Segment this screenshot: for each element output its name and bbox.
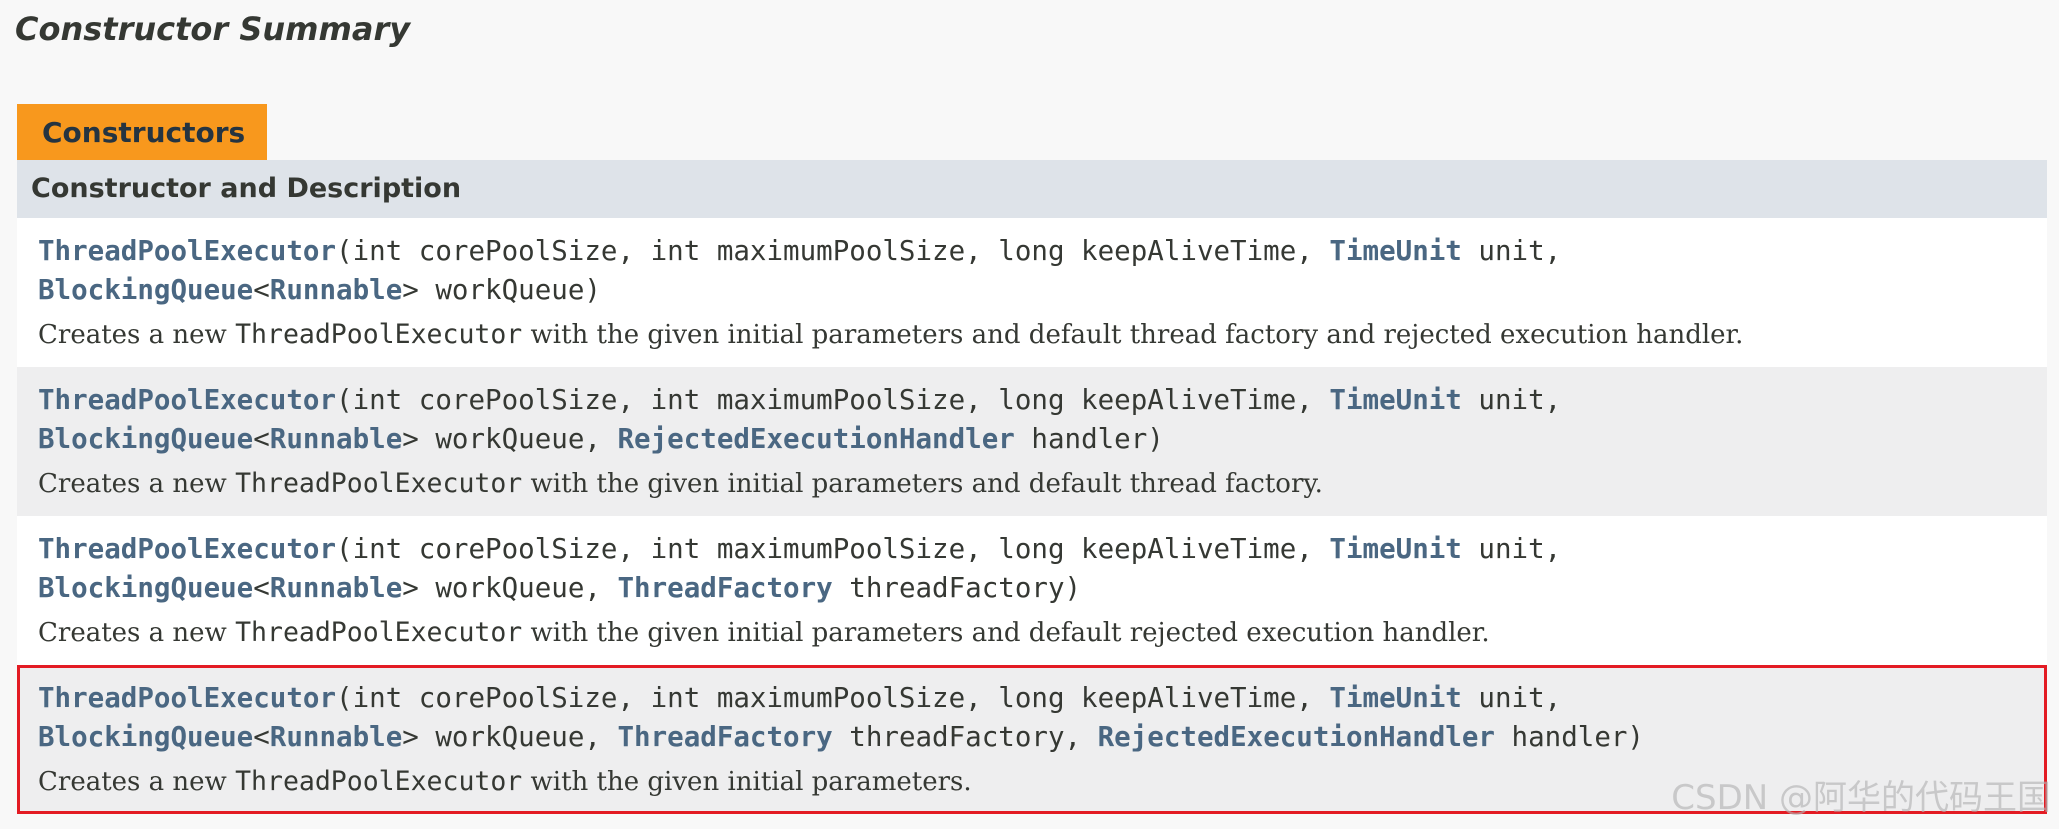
description-code: ThreadPoolExecutor — [235, 617, 523, 648]
type-link-timeunit[interactable]: TimeUnit — [1329, 384, 1461, 416]
signature-params: > workQueue, — [402, 721, 618, 753]
signature-params: unit, — [1461, 682, 1562, 714]
constructor-description: Creates a new ThreadPoolExecutor with th… — [38, 316, 2047, 354]
signature-params: unit, — [1461, 235, 1562, 267]
description-code: ThreadPoolExecutor — [235, 766, 523, 797]
description-text: Creates a new — [38, 320, 236, 350]
constructor-signature: ThreadPoolExecutor(int corePoolSize, int… — [38, 381, 2047, 459]
type-link-blockingqueue[interactable]: BlockingQueue — [38, 572, 253, 604]
signature-params: < — [253, 572, 270, 604]
signature-params: < — [253, 423, 270, 455]
constructor-signature: ThreadPoolExecutor(int corePoolSize, int… — [38, 232, 2047, 310]
signature-params: < — [253, 721, 270, 753]
signature-params: (int corePoolSize, int maximumPoolSize, … — [336, 682, 1330, 714]
signature-params: > workQueue, — [402, 572, 618, 604]
signature-params: < — [253, 274, 270, 306]
description-code: ThreadPoolExecutor — [235, 319, 523, 350]
description-text: with the given initial parameters. — [522, 767, 972, 797]
type-link-timeunit[interactable]: TimeUnit — [1329, 235, 1461, 267]
description-text: Creates a new — [38, 618, 236, 648]
signature-params: > workQueue, — [402, 423, 618, 455]
table-row: ThreadPoolExecutor(int corePoolSize, int… — [17, 367, 2047, 516]
signature-params: threadFactory) — [832, 572, 1082, 604]
constructor-signature: ThreadPoolExecutor(int corePoolSize, int… — [38, 530, 2047, 608]
signature-params: > workQueue) — [402, 274, 601, 306]
page-title: Constructor Summary — [15, 10, 411, 48]
description-code: ThreadPoolExecutor — [235, 468, 523, 499]
constructor-description: Creates a new ThreadPoolExecutor with th… — [38, 614, 2047, 652]
table-row: ThreadPoolExecutor(int corePoolSize, int… — [17, 516, 2047, 665]
signature-params: (int corePoolSize, int maximumPoolSize, … — [336, 384, 1330, 416]
table-row: ThreadPoolExecutor(int corePoolSize, int… — [17, 218, 2047, 367]
type-link-rejectedexecutionhandler[interactable]: RejectedExecutionHandler — [617, 423, 1014, 455]
constructor-description: Creates a new ThreadPoolExecutor with th… — [38, 465, 2047, 503]
type-link-blockingqueue[interactable]: BlockingQueue — [38, 423, 253, 455]
constructor-summary-table: Constructor and Description ThreadPoolEx… — [17, 160, 2047, 814]
signature-params: unit, — [1461, 533, 1562, 565]
constructor-link[interactable]: ThreadPoolExecutor — [38, 384, 336, 416]
type-link-threadfactory[interactable]: ThreadFactory — [617, 572, 832, 604]
description-text: with the given initial parameters and de… — [522, 320, 1744, 350]
signature-params: handler) — [1494, 721, 1644, 753]
description-text: with the given initial parameters and de… — [522, 469, 1323, 499]
type-link-blockingqueue[interactable]: BlockingQueue — [38, 721, 253, 753]
type-link-blockingqueue[interactable]: BlockingQueue — [38, 274, 253, 306]
type-link-timeunit[interactable]: TimeUnit — [1329, 682, 1461, 714]
constructor-link[interactable]: ThreadPoolExecutor — [38, 533, 336, 565]
constructor-link[interactable]: ThreadPoolExecutor — [38, 235, 336, 267]
constructor-link[interactable]: ThreadPoolExecutor — [38, 682, 336, 714]
type-link-rejectedexecutionhandler[interactable]: RejectedExecutionHandler — [1098, 721, 1495, 753]
type-link-threadfactory[interactable]: ThreadFactory — [617, 721, 832, 753]
signature-params: (int corePoolSize, int maximumPoolSize, … — [336, 533, 1330, 565]
watermark: CSDN @阿华的代码王国 — [1671, 778, 2051, 818]
type-link-runnable[interactable]: Runnable — [270, 274, 402, 306]
description-text: Creates a new — [38, 469, 236, 499]
signature-params: threadFactory, — [832, 721, 1098, 753]
type-link-runnable[interactable]: Runnable — [270, 572, 402, 604]
table-header: Constructor and Description — [17, 160, 2047, 218]
signature-params: (int corePoolSize, int maximumPoolSize, … — [336, 235, 1330, 267]
type-link-runnable[interactable]: Runnable — [270, 721, 402, 753]
type-link-runnable[interactable]: Runnable — [270, 423, 402, 455]
tab-constructors[interactable]: Constructors — [17, 104, 267, 160]
description-text: Creates a new — [38, 767, 236, 797]
signature-params: handler) — [1014, 423, 1164, 455]
constructor-signature: ThreadPoolExecutor(int corePoolSize, int… — [38, 679, 2047, 757]
signature-params: unit, — [1461, 384, 1562, 416]
description-text: with the given initial parameters and de… — [522, 618, 1490, 648]
type-link-timeunit[interactable]: TimeUnit — [1329, 533, 1461, 565]
